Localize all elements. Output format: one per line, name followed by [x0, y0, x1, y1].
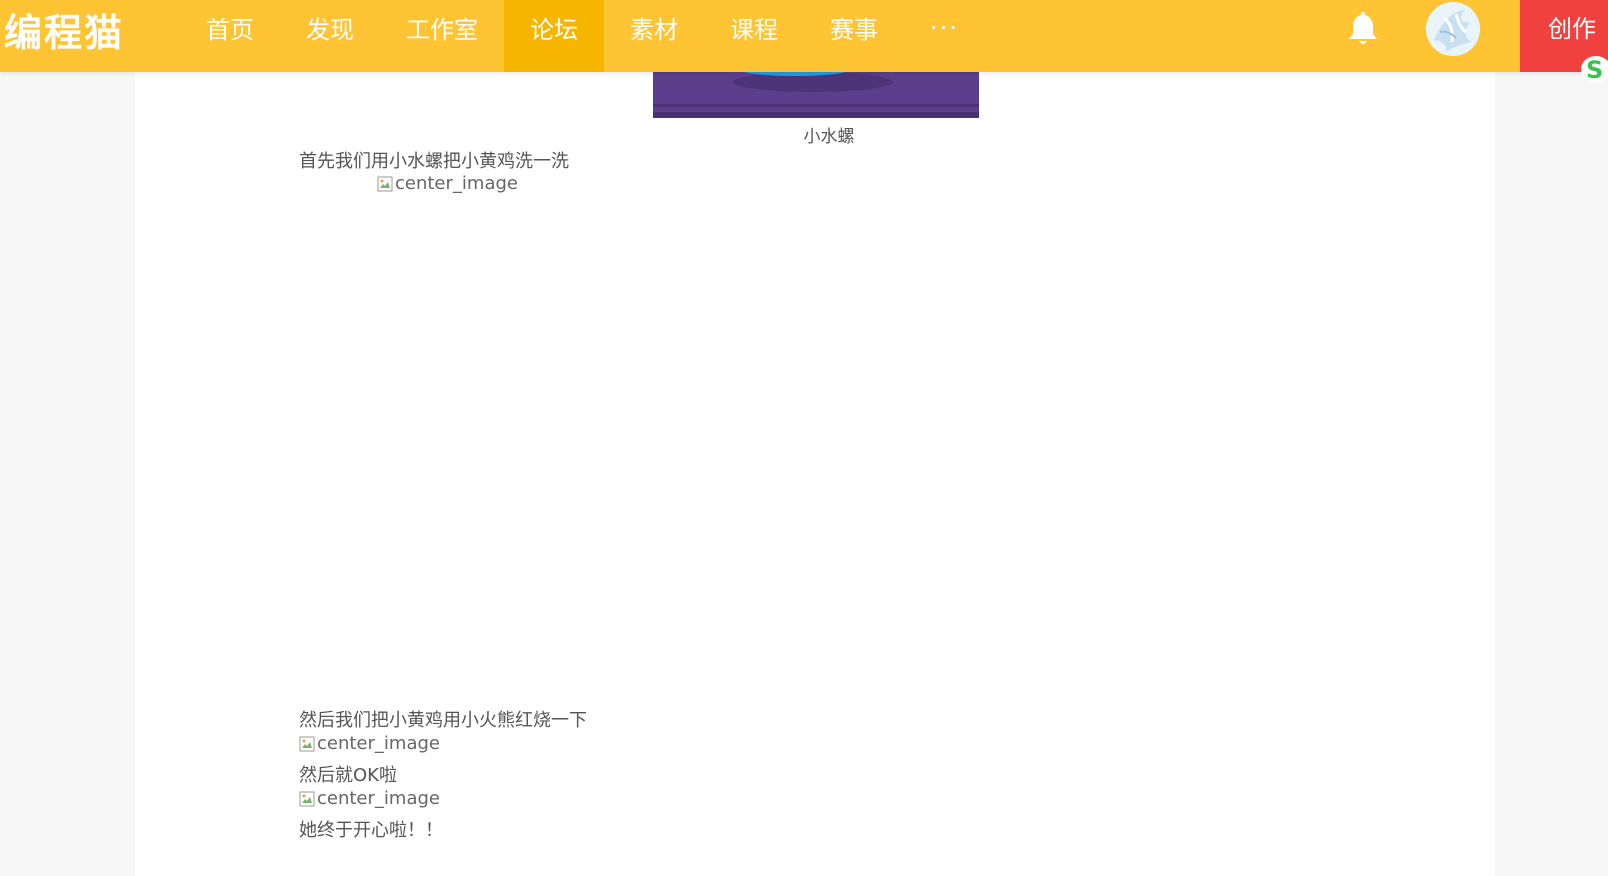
nav-item-discover[interactable]: 发现 — [280, 0, 380, 72]
broken-image: center_image — [299, 733, 440, 754]
hero-image — [653, 72, 979, 118]
top-navigation-bar: 编程猫 首页 发现 工作室 论坛 素材 课程 赛事 ··· 创作 — [0, 0, 1608, 72]
nav-item-materials[interactable]: 素材 — [604, 0, 704, 72]
image-alt-text: center_image — [395, 173, 518, 194]
broken-image-icon — [299, 791, 315, 806]
snail-illustration — [653, 72, 979, 118]
nav-item-forum[interactable]: 论坛 — [504, 0, 604, 72]
article-paragraph: 她终于开心啦！！ — [299, 820, 443, 841]
main-nav: 首页 发现 工作室 论坛 素材 课程 赛事 ··· — [180, 0, 985, 72]
user-avatar[interactable] — [1426, 2, 1480, 56]
broken-image: center_image — [377, 173, 518, 194]
nav-item-contests[interactable]: 赛事 — [804, 0, 904, 72]
nav-item-home[interactable]: 首页 — [180, 0, 280, 72]
nav-item-courses[interactable]: 课程 — [704, 0, 804, 72]
broken-image-icon — [299, 736, 315, 751]
hero-caption: 小水螺 — [803, 127, 855, 147]
image-alt-text: center_image — [317, 733, 440, 754]
article-paragraph: 然后就OK啦 — [299, 765, 397, 786]
more-menu-button[interactable]: ··· — [904, 0, 985, 72]
image-alt-text: center_image — [317, 788, 440, 809]
broken-image-icon — [377, 176, 393, 191]
nav-item-studio[interactable]: 工作室 — [380, 0, 504, 72]
site-logo[interactable]: 编程猫 — [4, 6, 124, 60]
broken-image: center_image — [299, 788, 440, 809]
article-paragraph: 然后我们把小黄鸡用小火熊红烧一下 — [299, 710, 587, 731]
article-paragraph: 首先我们用小水螺把小黄鸡洗一洗 — [299, 151, 569, 172]
article-content: 小水螺 首先我们用小水螺把小黄鸡洗一洗 center_image 然后我们把小黄… — [135, 72, 1495, 876]
svg-text:S: S — [1586, 56, 1603, 84]
bell-icon[interactable] — [1346, 12, 1380, 48]
s-badge-icon: S — [1581, 56, 1608, 84]
avatar-image — [1426, 2, 1480, 56]
